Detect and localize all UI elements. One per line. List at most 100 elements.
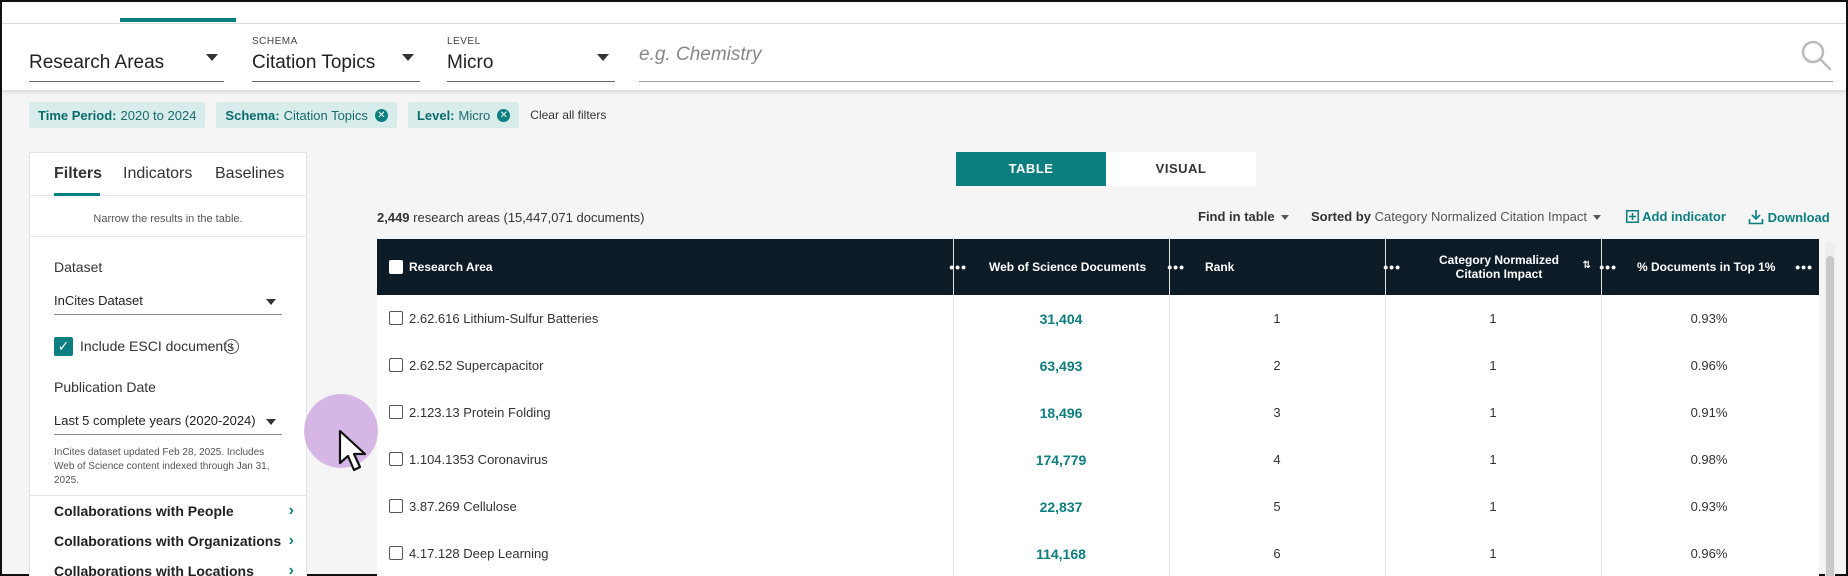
more-options-icon[interactable]: ••• xyxy=(949,259,967,275)
tab-filters[interactable]: Filters xyxy=(54,165,102,183)
table-scrollbar[interactable] xyxy=(1825,242,1835,576)
row-checkbox[interactable] xyxy=(389,311,403,325)
research-areas-select[interactable]: Research Areas xyxy=(29,24,224,82)
results-count: 2,449 xyxy=(377,210,410,225)
filter-chip-schema: Schema: Citation Topics ✕ xyxy=(216,102,397,128)
search-icon[interactable] xyxy=(1799,38,1833,72)
dataset-label: Dataset xyxy=(54,259,103,275)
chevron-right-icon: › xyxy=(288,532,294,549)
column-header-top1[interactable]: % Documents in Top 1% ••• xyxy=(1627,239,1843,295)
row-checkbox[interactable] xyxy=(389,358,403,372)
rank-cell: 1 xyxy=(1273,311,1281,326)
column-title: Web of Science Documents xyxy=(989,260,1147,274)
schema-select[interactable]: SCHEMA Citation Topics xyxy=(252,24,420,82)
selector-bar: Research Areas SCHEMA Citation Topics LE… xyxy=(2,24,1846,91)
research-area-cell[interactable]: 2.123.13 Protein Folding xyxy=(409,389,949,436)
sort-by-button[interactable]: Sorted by Category Normalized Citation I… xyxy=(1311,209,1602,224)
clear-all-filters-link[interactable]: Clear all filters xyxy=(530,108,606,122)
chevron-down-icon xyxy=(597,54,609,61)
table-row[interactable]: 1.104.1353 Coronavirus 174,779 4 1 0.98% xyxy=(377,436,1819,483)
top1-cell: 0.93% xyxy=(1690,311,1728,326)
visual-view-button[interactable]: VISUAL xyxy=(1106,152,1256,186)
dataset-value: InCites Dataset xyxy=(54,293,143,308)
documents-link[interactable]: 174,779 xyxy=(953,436,1169,483)
find-in-table-label: Find in table xyxy=(1198,209,1275,224)
publication-date-select[interactable]: Last 5 complete years (2020-2024) xyxy=(54,407,282,435)
rank-cell: 5 xyxy=(1273,499,1281,514)
include-esci-checkbox[interactable]: ✓ xyxy=(54,337,73,356)
tab-indicators[interactable]: Indicators xyxy=(123,165,192,183)
close-icon[interactable]: ✕ xyxy=(374,108,388,122)
applied-filters: Time Period: 2020 to 2024 Schema: Citati… xyxy=(29,102,606,128)
filters-helper-text: Narrow the results in the table. xyxy=(93,213,243,225)
column-header-cnci[interactable]: Category Normalized Citation Impact ⇅ ••… xyxy=(1411,239,1627,295)
research-area-cell[interactable]: 1.104.1353 Coronavirus xyxy=(409,436,949,483)
documents-link[interactable]: 31,404 xyxy=(953,295,1169,342)
panel-tabs: Filters Indicators Baselines xyxy=(30,153,306,196)
row-checkbox[interactable] xyxy=(389,499,403,513)
chip-label: Level: xyxy=(416,107,455,123)
mouse-pointer-icon xyxy=(338,429,367,472)
add-indicator-button[interactable]: Add indicator xyxy=(1626,209,1726,224)
scrollbar-thumb[interactable] xyxy=(1826,256,1834,576)
chevron-down-icon xyxy=(266,419,276,425)
chip-label: Schema: xyxy=(225,107,280,123)
collaborations-locations-section[interactable]: Collaborations with Locations › xyxy=(54,562,294,576)
research-areas-value: Research Areas xyxy=(29,52,165,73)
filters-panel: Filters Indicators Baselines Narrow the … xyxy=(29,152,307,576)
documents-link[interactable]: 63,493 xyxy=(953,342,1169,389)
table-row[interactable]: 2.62.52 Supercapacitor 63,493 2 1 0.96% xyxy=(377,342,1819,389)
close-icon[interactable]: ✕ xyxy=(497,108,511,122)
tab-baselines[interactable]: Baselines xyxy=(215,165,284,183)
filter-chip-level: Level: Micro ✕ xyxy=(407,102,520,128)
column-header-rank[interactable]: Rank ••• xyxy=(1195,239,1411,295)
column-header-wos-documents[interactable]: Web of Science Documents ••• xyxy=(979,239,1195,295)
research-area-cell[interactable]: 2.62.52 Supercapacitor xyxy=(409,342,949,389)
collaborations-organizations-section[interactable]: Collaborations with Organizations › xyxy=(54,532,294,549)
chevron-down-icon xyxy=(206,54,218,61)
rank-cell: 4 xyxy=(1273,452,1281,467)
select-all-checkbox[interactable] xyxy=(389,260,403,274)
table-row[interactable]: 2.123.13 Protein Folding 18,496 3 1 0.91… xyxy=(377,389,1819,436)
table-view-button[interactable]: TABLE xyxy=(956,152,1106,186)
search-input[interactable] xyxy=(639,40,1739,70)
download-icon xyxy=(1748,210,1764,225)
research-area-cell[interactable]: 4.17.128 Deep Learning xyxy=(409,530,949,576)
column-header-research-area[interactable]: Research Area ••• xyxy=(409,239,977,295)
research-area-cell[interactable]: 3.87.269 Cellulose xyxy=(409,483,949,530)
table-row[interactable]: 3.87.269 Cellulose 22,837 5 1 0.93% xyxy=(377,483,1819,530)
results-text: research areas (15,447,071 documents) xyxy=(413,210,645,225)
cnci-cell: 1 xyxy=(1489,499,1497,514)
column-title: % Documents in Top 1% xyxy=(1637,260,1776,274)
table-row[interactable]: 4.17.128 Deep Learning 114,168 6 1 0.96% xyxy=(377,530,1819,576)
sort-icon[interactable]: ⇅ xyxy=(1583,260,1591,271)
row-checkbox[interactable] xyxy=(389,452,403,466)
include-esci-label: Include ESCI documents xyxy=(80,338,235,354)
results-table: Research Area ••• Web of Science Documen… xyxy=(377,239,1819,576)
research-area-cell[interactable]: 2.62.616 Lithium-Sulfur Batteries xyxy=(409,295,949,342)
documents-link[interactable]: 114,168 xyxy=(953,530,1169,576)
level-caption: LEVEL xyxy=(447,36,481,47)
section-label: Collaborations with Locations xyxy=(54,563,254,576)
top1-cell: 0.96% xyxy=(1690,358,1728,373)
info-icon[interactable]: i xyxy=(224,339,239,354)
download-button[interactable]: Download xyxy=(1748,209,1830,225)
results-summary: 2,449 research areas (15,447,071 documen… xyxy=(377,210,644,225)
dataset-select[interactable]: InCites Dataset xyxy=(54,287,282,315)
level-select[interactable]: LEVEL Micro xyxy=(447,24,615,82)
table-row[interactable]: 2.62.616 Lithium-Sulfur Batteries 31,404… xyxy=(377,295,1819,342)
divider xyxy=(30,495,306,496)
row-checkbox[interactable] xyxy=(389,405,403,419)
row-checkbox[interactable] xyxy=(389,546,403,560)
column-title: Research Area xyxy=(409,260,493,274)
chevron-down-icon xyxy=(1593,215,1602,221)
documents-link[interactable]: 22,837 xyxy=(953,483,1169,530)
documents-link[interactable]: 18,496 xyxy=(953,389,1169,436)
rank-cell: 2 xyxy=(1273,358,1281,373)
schema-caption: SCHEMA xyxy=(252,36,298,47)
more-options-icon[interactable]: ••• xyxy=(1795,259,1813,275)
cnci-cell: 1 xyxy=(1489,405,1497,420)
find-in-table-button[interactable]: Find in table xyxy=(1198,209,1289,224)
collaborations-people-section[interactable]: Collaborations with People › xyxy=(54,502,294,519)
top-nav-strip xyxy=(2,2,1846,24)
